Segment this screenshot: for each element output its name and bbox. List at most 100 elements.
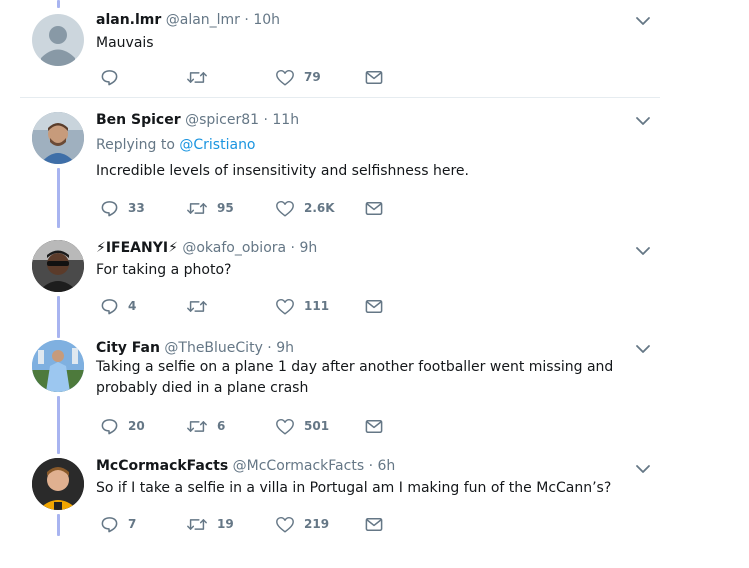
timestamp[interactable]: 9h <box>299 240 317 256</box>
separator: · <box>239 12 254 28</box>
direct-message-button[interactable] <box>364 514 384 534</box>
retweet-button[interactable]: 6 <box>186 416 225 436</box>
tweet-header: Ben Spicer @spicer81 · 11h <box>96 111 299 129</box>
like-count: 501 <box>304 419 330 433</box>
user-name[interactable]: City Fan <box>96 340 160 356</box>
tweet-text: For taking a photo? <box>96 262 232 278</box>
direct-message-button[interactable] <box>364 198 384 218</box>
tweet-header: McCormackFacts @McCormackFacts · 6h <box>96 457 395 475</box>
tweet-text: Taking a selfie on a plane 1 day after a… <box>96 359 614 396</box>
user-handle[interactable]: @alan_lmr <box>166 12 240 28</box>
replying-to-label: Replying to <box>96 137 180 153</box>
user-photo <box>32 240 84 292</box>
user-handle[interactable]: @TheBlueCity <box>164 340 262 356</box>
chevron-down-icon[interactable] <box>634 340 652 358</box>
reply-icon <box>101 69 118 85</box>
tweet-text: So if I take a selfie in a villa in Port… <box>96 480 612 496</box>
reply-button[interactable]: 33 <box>100 198 145 218</box>
retweet-count: 95 <box>217 201 234 215</box>
user-photo <box>32 340 84 392</box>
like-count: 219 <box>304 517 330 531</box>
heart-icon <box>276 298 294 315</box>
retweet-button[interactable]: 19 <box>186 514 234 534</box>
timestamp[interactable]: 9h <box>276 340 294 356</box>
default-profile-icon <box>41 26 75 66</box>
direct-message-button[interactable] <box>364 416 384 436</box>
separator: · <box>286 240 300 256</box>
like-button[interactable]: 79 <box>275 67 321 87</box>
heart-icon <box>276 418 294 435</box>
separator: · <box>364 458 378 474</box>
avatar[interactable] <box>32 458 84 510</box>
heart-icon <box>276 200 294 216</box>
user-handle[interactable]: @spicer81 <box>185 112 259 128</box>
like-count: 111 <box>304 299 330 313</box>
user-name[interactable]: McCormackFacts <box>96 458 228 474</box>
retweet-button[interactable] <box>186 296 217 316</box>
reply-button[interactable]: 4 <box>100 296 136 316</box>
tweet[interactable]: McCormackFacts @McCormackFacts · 6h So i… <box>0 448 660 548</box>
tweet-text: Mauvais <box>96 35 154 51</box>
avatar[interactable] <box>32 240 84 292</box>
reply-button[interactable]: 20 <box>100 416 145 436</box>
like-button[interactable]: 501 <box>275 416 329 436</box>
like-count: 79 <box>304 70 321 84</box>
user-name[interactable]: alan.lmr <box>96 12 161 28</box>
retweet-count: 6 <box>217 419 226 433</box>
tweet[interactable]: alan.lmr @alan_lmr · 10h Mauvais 79 <box>0 0 660 97</box>
chevron-down-icon[interactable] <box>634 112 652 130</box>
reply-button[interactable] <box>100 67 128 87</box>
reply-button[interactable]: 7 <box>100 514 136 534</box>
mention-link[interactable]: @Cristiano <box>179 137 255 153</box>
like-button[interactable]: 111 <box>275 296 329 316</box>
envelope-icon <box>365 419 383 433</box>
avatar[interactable] <box>32 340 84 392</box>
direct-message-button[interactable] <box>364 296 384 316</box>
reply-icon <box>101 418 118 434</box>
envelope-icon <box>365 201 383 215</box>
tweet[interactable]: City Fan @TheBlueCity · 9h Taking a self… <box>0 328 660 446</box>
like-button[interactable]: 2.6K <box>275 198 335 218</box>
timestamp[interactable]: 10h <box>253 12 280 28</box>
retweet-button[interactable] <box>186 67 217 87</box>
reply-count: 7 <box>128 517 137 531</box>
tweet-header: City Fan @TheBlueCity · 9h <box>96 339 294 357</box>
retweet-icon <box>187 71 207 83</box>
default-avatar[interactable] <box>32 14 84 66</box>
user-name[interactable]: Ben Spicer <box>96 112 181 128</box>
user-handle[interactable]: @okafo_obiora <box>182 240 286 256</box>
envelope-icon <box>365 299 383 313</box>
retweet-icon <box>187 518 207 530</box>
heart-icon <box>276 516 294 532</box>
like-button[interactable]: 219 <box>275 514 329 534</box>
user-name[interactable]: ⚡IFEANYI⚡ <box>96 240 178 256</box>
chevron-down-icon[interactable] <box>634 12 652 30</box>
avatar[interactable] <box>32 112 84 164</box>
chevron-down-icon[interactable] <box>634 460 652 478</box>
direct-message-button[interactable] <box>364 67 384 87</box>
separator: · <box>262 340 277 356</box>
tweet[interactable]: ⚡IFEANYI⚡ @okafo_obiora · 9h For taking … <box>0 228 660 324</box>
reply-icon <box>101 298 118 314</box>
separator: · <box>259 112 273 128</box>
reply-count: 4 <box>128 299 137 313</box>
tweet-text: Incredible levels of insensitivity and s… <box>96 163 469 179</box>
chevron-down-icon[interactable] <box>634 242 652 260</box>
retweet-button[interactable]: 95 <box>186 198 234 218</box>
heart-icon <box>276 69 294 85</box>
timestamp[interactable]: 6h <box>377 458 395 474</box>
reply-icon <box>101 516 118 532</box>
replying-to: Replying to @Cristiano <box>96 136 256 154</box>
retweet-count: 19 <box>217 517 234 531</box>
user-photo <box>32 458 84 510</box>
envelope-icon <box>365 70 383 84</box>
like-count: 2.6K <box>304 201 335 215</box>
user-photo <box>32 112 84 164</box>
timestamp[interactable]: 11h <box>272 112 299 128</box>
retweet-icon <box>187 300 207 312</box>
retweet-icon <box>187 202 207 214</box>
tweet[interactable]: Ben Spicer @spicer81 · 11h Replying to @… <box>0 98 660 225</box>
user-handle[interactable]: @McCormackFacts <box>233 458 364 474</box>
envelope-icon <box>365 517 383 531</box>
tweet-header: alan.lmr @alan_lmr · 10h <box>96 11 280 29</box>
